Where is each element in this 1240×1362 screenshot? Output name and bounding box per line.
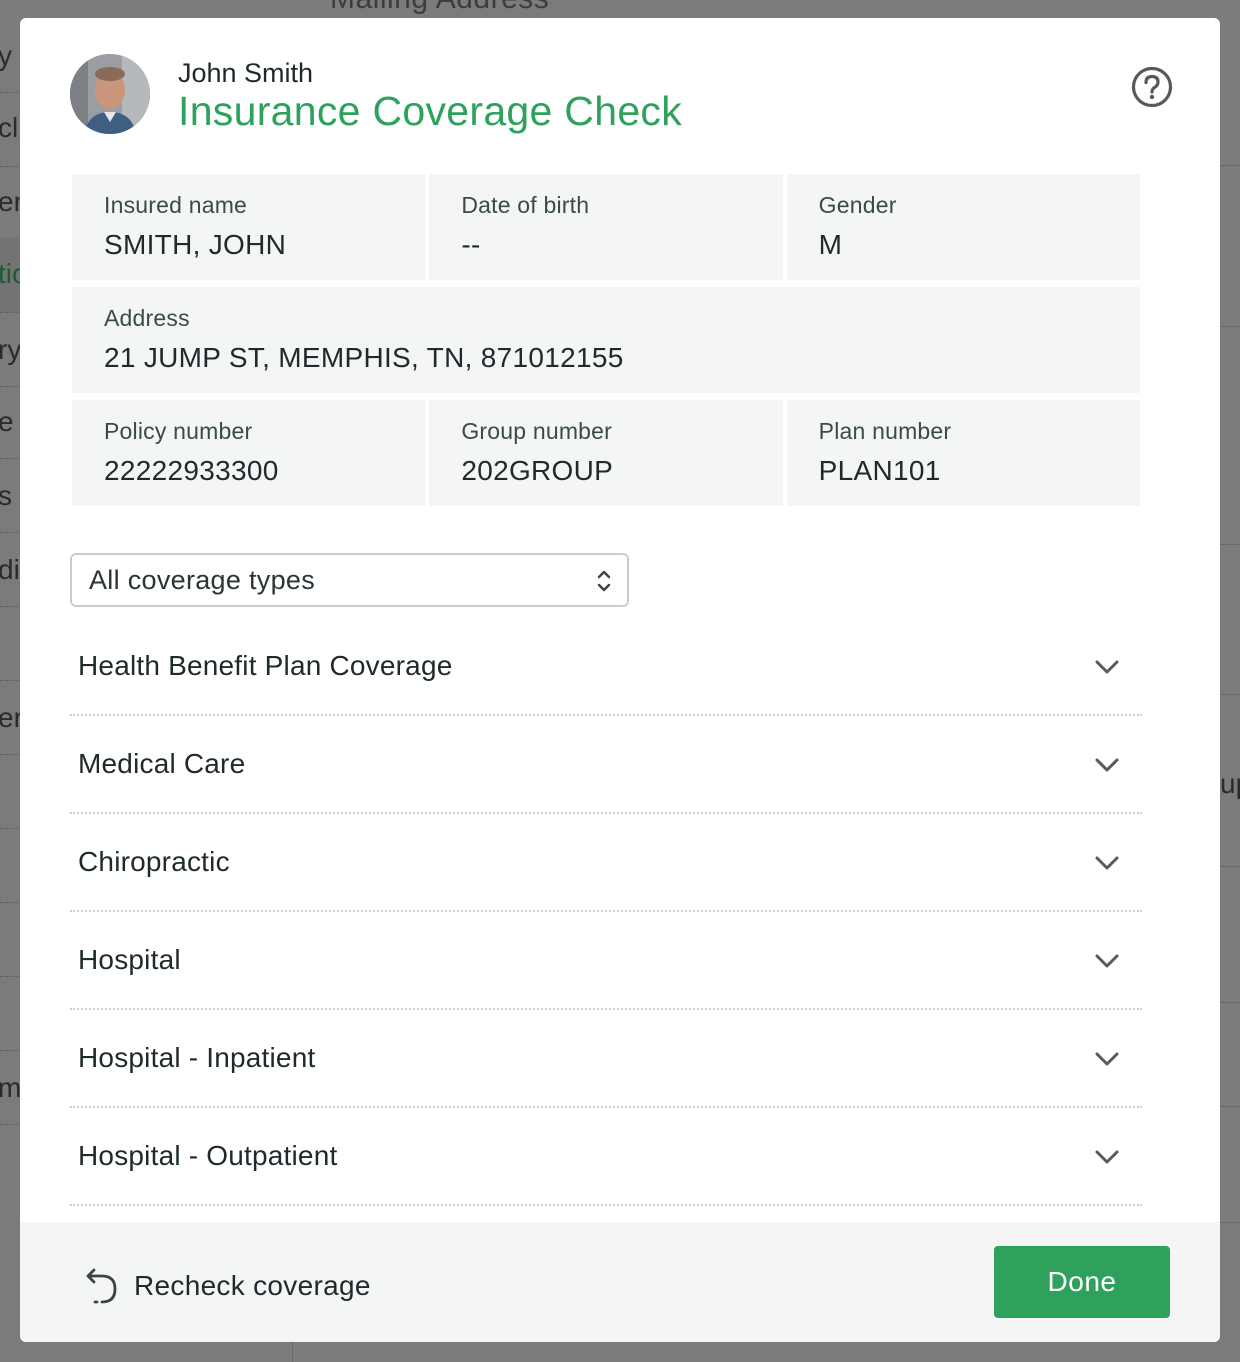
gender-label: Gender bbox=[818, 192, 897, 218]
info-row: Insured name SMITH, JOHN Date of birth -… bbox=[72, 174, 1140, 280]
background-divider bbox=[0, 680, 20, 681]
coverage-item-label: Chiropractic bbox=[78, 846, 230, 877]
address-cell: Address 21 JUMP ST, MEMPHIS, TN, 8710121… bbox=[72, 287, 1140, 393]
background-divider bbox=[1220, 1002, 1240, 1003]
background-left-text: cl bbox=[0, 112, 19, 143]
patient-avatar bbox=[70, 54, 150, 134]
background-left-text: m bbox=[0, 1072, 22, 1103]
undo-refresh-icon bbox=[86, 1268, 117, 1304]
background-divider bbox=[0, 166, 20, 167]
chevron-down-icon bbox=[1095, 660, 1119, 674]
coverage-item-hospital-inpatient[interactable]: Hospital - Inpatient bbox=[70, 1010, 1142, 1108]
background-divider bbox=[0, 902, 20, 903]
done-button[interactable]: Done bbox=[994, 1246, 1170, 1318]
chevron-down-icon bbox=[1095, 1052, 1119, 1066]
plan-number-value: PLAN101 bbox=[818, 455, 941, 486]
background-divider bbox=[0, 1050, 20, 1051]
gender-cell: Gender M bbox=[786, 174, 1140, 280]
coverage-accordion: Health Benefit Plan Coverage Medical Car… bbox=[70, 618, 1142, 1206]
coverage-item-chiropractic[interactable]: Chiropractic bbox=[70, 814, 1142, 912]
chevron-down-icon bbox=[1095, 1150, 1119, 1164]
plan-number-cell: Plan number PLAN101 bbox=[786, 400, 1140, 506]
person-icon bbox=[70, 54, 150, 134]
background-right-text: up bbox=[1220, 768, 1240, 799]
info-row: Policy number 22222933300 Group number 2… bbox=[72, 400, 1140, 506]
policy-number-label: Policy number bbox=[104, 418, 253, 444]
group-number-value: 202GROUP bbox=[461, 455, 614, 486]
address-label: Address bbox=[104, 305, 190, 331]
coverage-item-hospital-outpatient[interactable]: Hospital - Outpatient bbox=[70, 1108, 1142, 1206]
background-divider bbox=[0, 828, 20, 829]
coverage-item-label: Medical Care bbox=[78, 748, 246, 779]
group-number-cell: Group number 202GROUP bbox=[429, 400, 783, 506]
background-divider bbox=[0, 976, 20, 977]
background-right-column: up bbox=[1220, 0, 1240, 1362]
select-arrows-icon bbox=[597, 570, 611, 592]
background-divider bbox=[0, 532, 20, 533]
background-divider bbox=[1220, 165, 1240, 166]
recheck-coverage-button[interactable]: Recheck coverage bbox=[84, 1266, 371, 1306]
coverage-item-health-benefit-plan[interactable]: Health Benefit Plan Coverage bbox=[70, 618, 1142, 716]
background-divider bbox=[0, 458, 20, 459]
chevron-down-icon bbox=[1095, 856, 1119, 870]
address-value: 21 JUMP ST, MEMPHIS, TN, 871012155 bbox=[104, 342, 624, 373]
background-left-text: y bbox=[0, 40, 12, 71]
help-button[interactable] bbox=[1130, 65, 1174, 109]
background-divider bbox=[0, 386, 20, 387]
background-divider bbox=[1220, 866, 1240, 867]
modal-title: Insurance Coverage Check bbox=[178, 88, 683, 134]
background-divider bbox=[1220, 326, 1240, 327]
coverage-item-medical-care[interactable]: Medical Care bbox=[70, 716, 1142, 814]
background-left-column: y cl er tio ry e s & di ers m bbox=[0, 0, 38, 1362]
background-divider bbox=[1220, 1222, 1240, 1223]
background-divider bbox=[0, 92, 20, 93]
coverage-item-label: Hospital bbox=[78, 944, 181, 975]
background-divider bbox=[0, 312, 20, 313]
background-left-text: ry bbox=[0, 334, 22, 365]
background-divider bbox=[1220, 1106, 1240, 1107]
gender-value: M bbox=[818, 229, 843, 260]
question-circle-icon bbox=[1131, 66, 1173, 108]
background-divider bbox=[0, 1124, 20, 1125]
background-divider bbox=[292, 1342, 293, 1362]
coverage-item-label: Hospital - Inpatient bbox=[78, 1042, 316, 1073]
info-row: Address 21 JUMP ST, MEMPHIS, TN, 8710121… bbox=[72, 287, 1140, 393]
background-divider bbox=[0, 754, 20, 755]
insurance-coverage-modal: John Smith Insurance Coverage Check Insu… bbox=[20, 18, 1220, 1342]
date-of-birth-value: -- bbox=[461, 229, 481, 260]
modal-header: John Smith Insurance Coverage Check bbox=[20, 18, 1220, 168]
background-divider bbox=[0, 606, 20, 607]
coverage-item-label: Health Benefit Plan Coverage bbox=[78, 650, 453, 681]
background-divider bbox=[1220, 544, 1240, 545]
recheck-coverage-label: Recheck coverage bbox=[134, 1270, 371, 1301]
background-left-text: di bbox=[0, 554, 20, 585]
policy-number-cell: Policy number 22222933300 bbox=[72, 400, 426, 506]
insured-name-value: SMITH, JOHN bbox=[104, 229, 287, 260]
date-of-birth-label: Date of birth bbox=[461, 192, 590, 218]
background-left-text: e bbox=[0, 406, 14, 437]
coverage-item-label: Hospital - Outpatient bbox=[78, 1140, 338, 1171]
patient-name: John Smith bbox=[178, 58, 314, 88]
group-number-label: Group number bbox=[461, 418, 613, 444]
insured-name-cell: Insured name SMITH, JOHN bbox=[72, 174, 426, 280]
background-section-title: Mailing Address bbox=[330, 0, 549, 16]
chevron-down-icon bbox=[1095, 758, 1119, 772]
insured-name-label: Insured name bbox=[104, 192, 248, 218]
date-of-birth-cell: Date of birth -- bbox=[429, 174, 783, 280]
policy-number-value: 22222933300 bbox=[104, 455, 279, 486]
plan-number-label: Plan number bbox=[818, 418, 952, 444]
background-divider bbox=[1220, 694, 1240, 695]
modal-footer: Recheck coverage Done bbox=[20, 1222, 1220, 1342]
coverage-type-select[interactable]: All coverage types bbox=[70, 553, 629, 607]
chevron-down-icon bbox=[1095, 954, 1119, 968]
coverage-item-hospital[interactable]: Hospital bbox=[70, 912, 1142, 1010]
coverage-type-selected-value: All coverage types bbox=[89, 564, 316, 595]
insured-info-grid: Insured name SMITH, JOHN Date of birth -… bbox=[72, 174, 1140, 513]
